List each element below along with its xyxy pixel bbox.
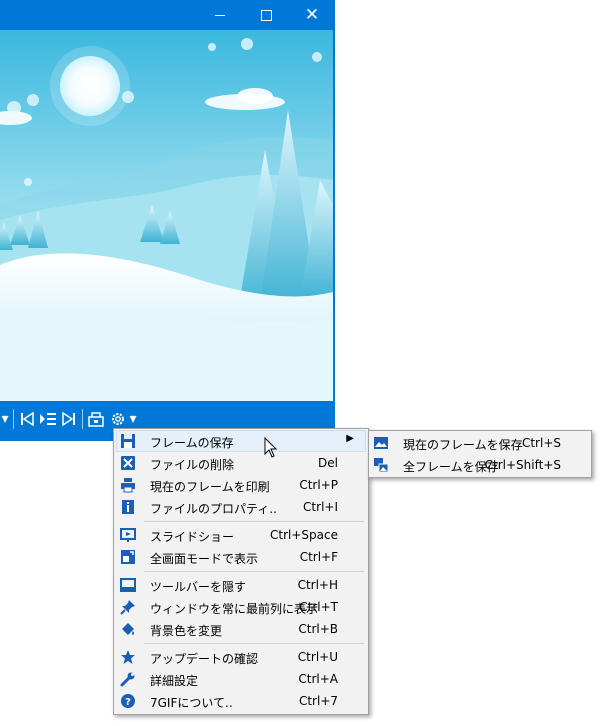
menu-item-shortcut: Ctrl+I xyxy=(303,500,338,514)
winter-scene-image xyxy=(0,30,333,401)
menu-item-label: 7GIFについて.. xyxy=(150,696,233,710)
paint-bucket-icon xyxy=(122,623,134,635)
info-icon xyxy=(122,500,134,514)
minimize-button[interactable] xyxy=(197,0,243,30)
menu-item-shortcut: Ctrl+P xyxy=(299,478,338,492)
image-icon xyxy=(374,437,388,449)
frame-list-button[interactable] xyxy=(37,408,59,430)
maximize-button[interactable] xyxy=(243,0,289,30)
fullscreen-icon xyxy=(121,550,135,564)
menu-item-label: アップデートの確認 xyxy=(150,652,259,666)
menu-item-shortcut: Ctrl+A xyxy=(298,672,338,686)
star-icon xyxy=(121,650,135,664)
menu-item-shortcut: Del xyxy=(318,456,338,470)
settings-icon xyxy=(112,413,124,425)
menu-item-shortcut: Ctrl+Space xyxy=(270,528,338,542)
menu-item-shortcut: Ctrl+U xyxy=(297,650,338,664)
toolbar-icon xyxy=(120,578,136,592)
menu-item-label: フレームの保存 xyxy=(150,436,234,450)
pin-icon xyxy=(120,600,135,615)
close-icon: ✕ xyxy=(304,4,320,25)
menu-item-shortcut: Ctrl+F xyxy=(299,550,338,564)
submenu-item-shortcut: Ctrl+Shift+S xyxy=(484,458,561,472)
menu-item-label: 背景色を変更 xyxy=(150,624,223,638)
gif-image-viewport[interactable] xyxy=(0,30,333,401)
last-frame-button[interactable] xyxy=(59,408,79,430)
title-bar[interactable]: ✕ xyxy=(0,0,335,30)
menu-item-about[interactable]: ? 7GIFについて.. Ctrl+7 xyxy=(116,690,366,712)
menu-item-always-on-top[interactable]: ウィンドウを常に最前列に表示 Ctrl+T xyxy=(116,596,366,618)
menu-item-hide-toolbar[interactable]: ツールバーを隠す Ctrl+H xyxy=(116,574,366,596)
toolbar-separator xyxy=(82,409,83,429)
help-icon: ? xyxy=(121,694,135,708)
minimize-icon xyxy=(215,14,225,16)
menu-item-save-frame[interactable]: フレームの保存 ▶ xyxy=(116,430,366,452)
menu-item-label: スライドショー xyxy=(150,530,235,544)
delete-icon xyxy=(121,456,135,470)
menu-item-label: 全画面モードで表示 xyxy=(150,552,259,566)
submenu-arrow-icon: ▶ xyxy=(346,433,354,444)
save-frame-submenu: 現在のフレームを保存 Ctrl+S 全フレームを保存 Ctrl+Shift+S xyxy=(368,430,592,478)
images-icon xyxy=(374,458,389,473)
save-frame-button[interactable] xyxy=(86,408,108,430)
menu-item-label: ファイルのプロパティ.. xyxy=(150,502,277,516)
menu-item-shortcut: Ctrl+T xyxy=(299,600,338,614)
menu-item-check-update[interactable]: アップデートの確認 Ctrl+U xyxy=(116,646,366,668)
menu-item-label: ファイルの削除 xyxy=(150,458,235,472)
menu-item-shortcut: Ctrl+7 xyxy=(298,694,338,708)
print-icon xyxy=(121,478,135,493)
menu-item-label: ツールバーを隠す xyxy=(150,580,247,594)
chevron-down-icon[interactable]: ▾ xyxy=(0,408,10,430)
menu-item-print-frame[interactable]: 現在のフレームを印刷 Ctrl+P xyxy=(116,474,366,496)
submenu-item-save-current-frame[interactable]: 現在のフレームを保存 Ctrl+S xyxy=(371,432,589,454)
menu-item-shortcut: Ctrl+H xyxy=(297,578,338,592)
maximize-icon xyxy=(260,9,272,21)
first-frame-icon xyxy=(21,411,34,427)
first-frame-button[interactable] xyxy=(17,408,37,430)
menu-item-label: 現在のフレームを印刷 xyxy=(150,480,270,494)
app-window: ✕ ▾ ▾ xyxy=(0,0,335,441)
submenu-item-label: 現在のフレームを保存 xyxy=(403,438,523,452)
menu-item-label: 詳細設定 xyxy=(150,674,199,688)
wrench-icon xyxy=(120,672,135,687)
menu-item-shortcut: Ctrl+B xyxy=(298,622,338,636)
menu-item-slideshow[interactable]: スライドショー Ctrl+Space xyxy=(116,524,366,546)
toolbar-separator xyxy=(13,409,14,429)
menu-item-change-bg-color[interactable]: 背景色を変更 Ctrl+B xyxy=(116,618,366,640)
save-icon xyxy=(121,434,135,448)
menu-separator xyxy=(144,521,364,522)
menu-item-label: ウィンドウを常に最前列に表示 xyxy=(150,602,319,616)
menu-item-file-properties[interactable]: ファイルのプロパティ.. Ctrl+I xyxy=(116,496,366,518)
settings-button[interactable] xyxy=(108,408,128,430)
settings-dropdown-icon[interactable]: ▾ xyxy=(128,408,138,430)
menu-separator xyxy=(144,643,364,644)
context-menu: フレームの保存 ▶ ファイルの削除 Del 現在のフレームを印刷 Ctrl+P … xyxy=(113,428,369,715)
close-button[interactable]: ✕ xyxy=(289,0,335,30)
menu-item-fullscreen[interactable]: 全画面モードで表示 Ctrl+F xyxy=(116,546,366,568)
svg-text:?: ? xyxy=(125,697,131,708)
submenu-item-shortcut: Ctrl+S xyxy=(521,436,561,450)
menu-item-advanced-settings[interactable]: 詳細設定 Ctrl+A xyxy=(116,668,366,690)
last-frame-icon xyxy=(62,411,75,427)
menu-separator xyxy=(144,571,364,572)
menu-item-delete-file[interactable]: ファイルの削除 Del xyxy=(116,452,366,474)
save-frame-icon xyxy=(88,412,104,427)
submenu-item-save-all-frames[interactable]: 全フレームを保存 Ctrl+Shift+S xyxy=(371,454,589,476)
slideshow-icon xyxy=(120,528,136,542)
frame-list-icon xyxy=(40,413,56,425)
mouse-cursor-icon xyxy=(264,437,278,458)
